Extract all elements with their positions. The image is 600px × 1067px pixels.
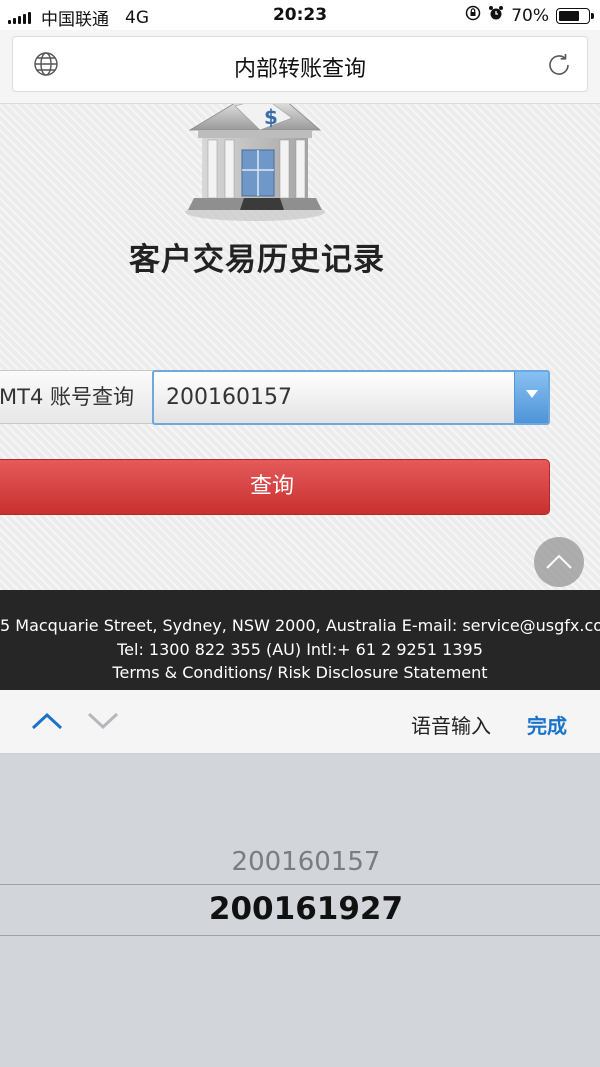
dropdown-arrow-icon[interactable]: [514, 372, 548, 423]
query-button[interactable]: 查询: [0, 459, 550, 515]
picker-selection-top-line: [0, 884, 600, 885]
reload-icon[interactable]: [545, 51, 573, 83]
account-picker[interactable]: 200160157 200161927: [0, 754, 600, 1067]
page-title: 内部转账查询: [233, 57, 366, 82]
done-button[interactable]: 完成: [527, 710, 567, 739]
chevron-up-icon: [546, 554, 572, 569]
battery-icon: [556, 7, 594, 24]
footer-address: 5 Macquarie Street, Sydney, NSW 2000, Au…: [0, 616, 600, 635]
page-heading: 客户交易历史记录: [129, 242, 385, 278]
previous-field-chevron-up-icon[interactable]: [30, 710, 64, 736]
picker-selection-bottom-line: [0, 935, 600, 936]
status-bar: 中国联通 4G 20:23 70%: [0, 0, 600, 30]
footer-phone: Tel: 1300 822 355 (AU) Intl:+ 61 2 9251 …: [117, 640, 483, 659]
site-footer: 5 Macquarie Street, Sydney, NSW 2000, Au…: [0, 590, 600, 690]
svg-text:$: $: [264, 105, 278, 129]
keyboard-toolbar: 语音输入 完成: [0, 690, 600, 754]
account-select[interactable]: 200160157: [152, 370, 550, 425]
alarm-icon: [488, 5, 504, 26]
bank-building-icon: $: [180, 104, 330, 228]
next-field-chevron-down-icon[interactable]: [86, 710, 120, 736]
battery-percent: 70%: [511, 5, 549, 26]
page-content: $ 客户交易历史记录 MT4 账号查询 200160157 查询: [0, 104, 600, 590]
account-query-label: MT4 账号查询: [0, 370, 154, 424]
browser-header: 内部转账查询: [0, 30, 600, 104]
footer-links[interactable]: Terms & Conditions/ Risk Disclosure Stat…: [0, 663, 600, 682]
picker-option[interactable]: 200160157: [0, 847, 600, 877]
account-select-value: 200160157: [166, 385, 292, 410]
scroll-to-top-button[interactable]: [534, 537, 584, 587]
picker-option-selected[interactable]: 200161927: [0, 891, 600, 927]
account-query-label-text: MT4 账号查询: [0, 385, 134, 409]
orientation-lock-icon: [465, 5, 481, 26]
voice-input-button[interactable]: 语音输入: [411, 710, 491, 739]
address-bar[interactable]: 内部转账查询: [12, 36, 588, 92]
